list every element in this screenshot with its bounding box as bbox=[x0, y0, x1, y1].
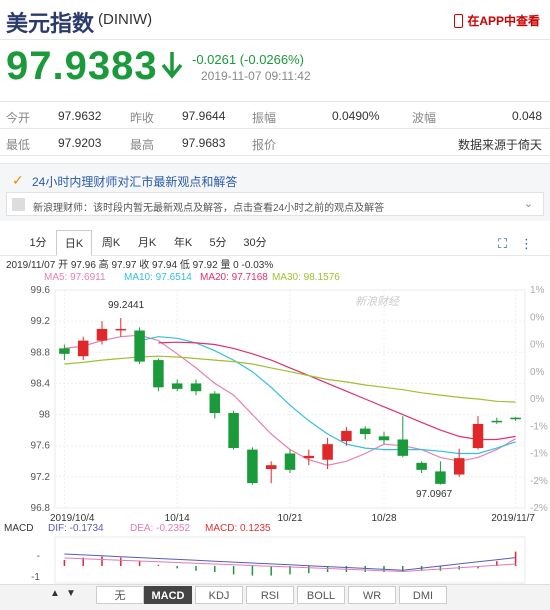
low-label: 97.0967 bbox=[416, 489, 453, 500]
y-tick-label: 98.4 bbox=[31, 378, 51, 389]
macd-ytick: - bbox=[37, 551, 40, 562]
next-arrow-icon[interactable]: ▼ bbox=[66, 588, 76, 599]
x-tick-label: 10/28 bbox=[371, 513, 396, 524]
indicator-tabs: ▲ ▼ 无 MACD KDJ RSI BOLL WR DMI bbox=[0, 584, 550, 610]
candle-body bbox=[378, 436, 390, 441]
candle-body bbox=[416, 462, 427, 470]
kline-chart: 2019/11/07 开 97.96 高 97.97 收 97.94 低 97.… bbox=[4, 258, 548, 584]
y-tick-label: 96.8 bbox=[31, 503, 51, 514]
tab-boll[interactable]: BOLL bbox=[297, 586, 345, 604]
x-tick-label: 10/21 bbox=[277, 513, 302, 524]
candle-body bbox=[510, 417, 521, 420]
pct-tick-label: 0% bbox=[530, 312, 545, 323]
y-tick-label: 99.6 bbox=[31, 285, 51, 296]
dif-label: DIF: -0.1734 bbox=[48, 523, 104, 534]
dea-label: DEA: -0.2352 bbox=[130, 523, 190, 534]
x-tick-label: 2019/11/7 bbox=[491, 513, 535, 524]
candle-body bbox=[115, 328, 127, 331]
candle-body bbox=[171, 383, 183, 389]
y-tick-label: 97.2 bbox=[31, 472, 51, 483]
pct-tick-label: 0% bbox=[530, 394, 545, 405]
ma5-label: MA5: 97.6911 bbox=[44, 272, 106, 283]
prev-arrow-icon[interactable]: ▲ bbox=[50, 588, 60, 599]
candle-body bbox=[322, 444, 333, 460]
candle-body bbox=[359, 428, 371, 435]
pct-tick-label: -1% bbox=[530, 421, 548, 432]
tab-dmi[interactable]: DMI bbox=[399, 586, 447, 604]
candle-body bbox=[247, 449, 258, 484]
y-tick-label: 98.8 bbox=[31, 347, 51, 358]
candle-body bbox=[59, 348, 70, 354]
pct-tick-label: -2% bbox=[530, 476, 548, 487]
y-tick-label: 98 bbox=[39, 410, 51, 421]
candle-body bbox=[190, 383, 202, 392]
watermark: 新浪财经 bbox=[355, 295, 400, 308]
candle-body bbox=[397, 439, 409, 456]
pct-tick-label: 0% bbox=[530, 340, 545, 351]
y-tick-label: 99.2 bbox=[31, 316, 51, 327]
candle-body bbox=[303, 455, 315, 459]
tab-kdj[interactable]: KDJ bbox=[195, 586, 243, 604]
candle-body bbox=[134, 330, 145, 362]
high-label: 99.2441 bbox=[108, 300, 145, 311]
candle-body bbox=[228, 413, 239, 449]
chart-info-line: 2019/11/07 开 97.96 高 97.97 收 97.94 低 97.… bbox=[6, 258, 273, 271]
candle-body bbox=[453, 458, 465, 475]
tab-none[interactable]: 无 bbox=[96, 586, 144, 604]
pct-tick-label: -1% bbox=[530, 449, 548, 460]
macd-title: MACD bbox=[4, 523, 33, 534]
y-tick-label: 97.6 bbox=[31, 441, 51, 452]
ma20-label: MA20: 97.7168 bbox=[200, 272, 268, 283]
tab-macd[interactable]: MACD bbox=[144, 586, 192, 604]
candle-body bbox=[341, 430, 352, 442]
macd-ytick: -1 bbox=[31, 572, 40, 583]
candle-body bbox=[153, 360, 164, 388]
ma10-label: MA10: 97.6514 bbox=[124, 272, 192, 283]
pct-tick-label: 1% bbox=[530, 285, 545, 296]
candle-body bbox=[209, 393, 221, 414]
candle-body bbox=[284, 453, 296, 470]
tab-wr[interactable]: WR bbox=[348, 586, 396, 604]
candle-body bbox=[491, 420, 503, 423]
ma20-line bbox=[158, 341, 516, 441]
candle-body bbox=[96, 328, 108, 341]
ma30-label: MA30: 98.1576 bbox=[272, 272, 340, 283]
candle-body bbox=[77, 340, 89, 357]
candle-body bbox=[265, 465, 277, 470]
candle-body bbox=[435, 471, 446, 484]
candle-body bbox=[472, 423, 484, 449]
tab-rsi[interactable]: RSI bbox=[246, 586, 294, 604]
macd-value-label: MACD: 0.1235 bbox=[205, 523, 271, 534]
pct-tick-label: 0% bbox=[530, 367, 545, 378]
